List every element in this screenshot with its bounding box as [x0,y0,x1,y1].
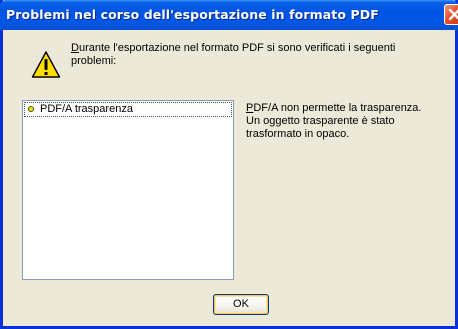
close-icon [448,8,458,21]
list-item[interactable]: PDF/A trasparenza [24,102,232,117]
dialog-title: Problemi nel corso dell'esportazione in … [6,7,379,22]
message-line-1: Durante l'esportazione nel formato PDF s… [71,42,396,54]
close-button[interactable] [444,4,458,25]
problem-description: PDF/A non permette la trasparenza. Un og… [246,102,451,141]
list-item-label: PDF/A trasparenza [40,103,133,115]
warning-icon [31,51,61,78]
description-line-1: PDF/A non permette la trasparenza. [246,102,422,114]
bullet-icon [28,106,34,112]
problem-list[interactable]: PDF/A trasparenza [22,100,234,280]
ok-button[interactable]: OK [213,294,269,315]
description-line-2: Un oggetto trasparente è stato [246,115,395,127]
dialog-message: Durante l'esportazione nel formato PDF s… [71,42,451,68]
title-bar[interactable]: Problemi nel corso dell'esportazione in … [0,0,458,30]
export-problems-dialog: Problemi nel corso dell'esportazione in … [0,0,458,329]
description-line-3: trasformato in opaco. [246,128,350,140]
message-line-2: problemi: [71,55,117,67]
